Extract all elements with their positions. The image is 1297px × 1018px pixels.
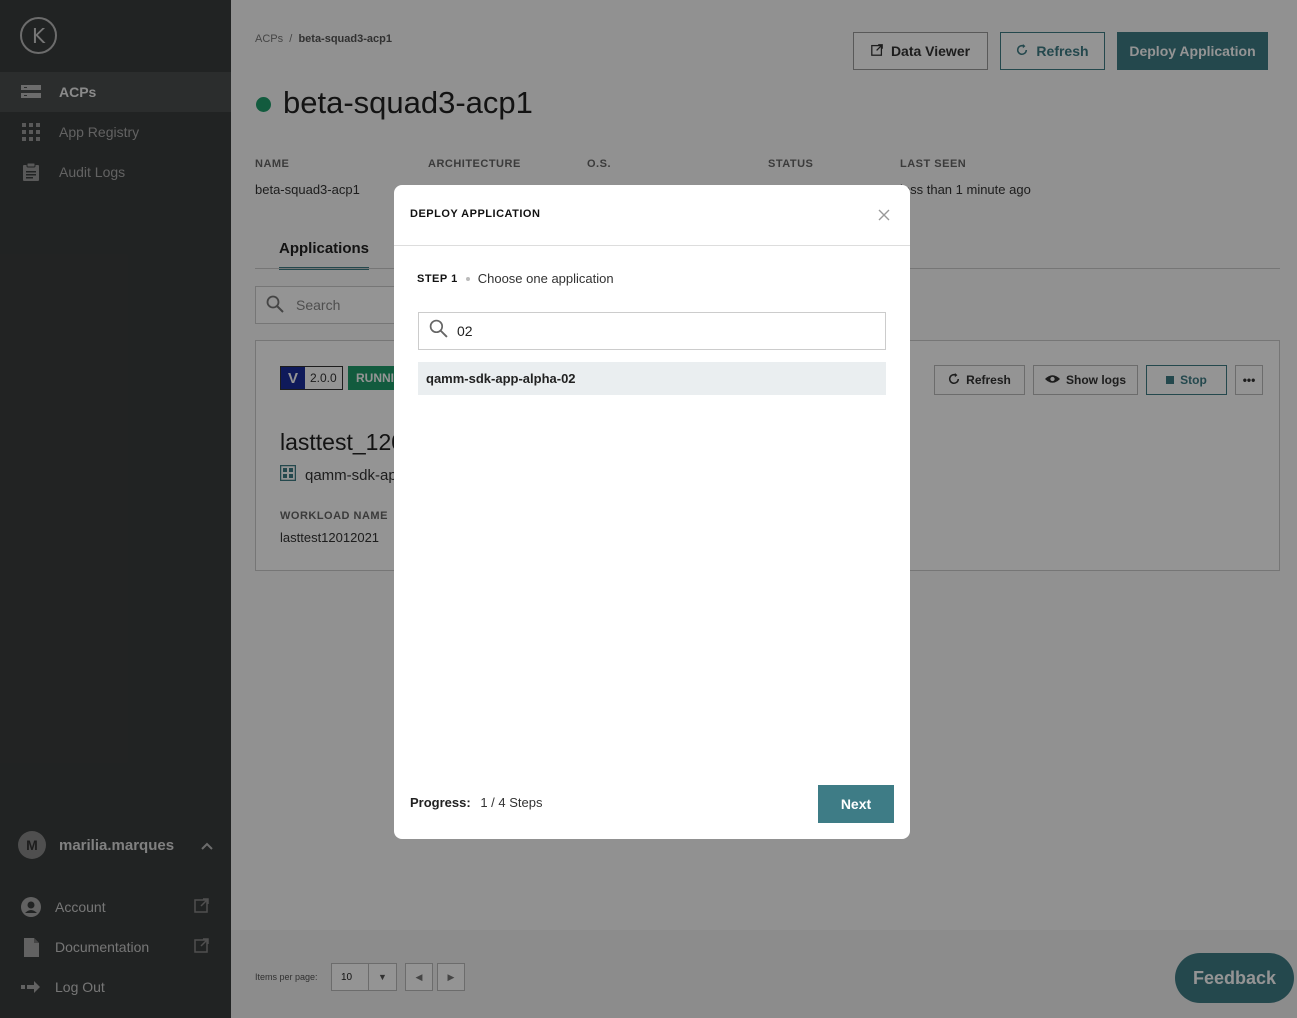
modal-search [418, 312, 886, 350]
modal-title: DEPLOY APPLICATION [410, 208, 541, 220]
step-dot [465, 276, 470, 281]
progress-label: Progress: [410, 795, 471, 810]
progress-indicator: Progress: 1 / 4 Steps [410, 795, 542, 810]
step-number: STEP 1 [417, 272, 458, 285]
next-button[interactable]: Next [818, 785, 894, 823]
close-icon[interactable] [874, 205, 894, 225]
application-result-item[interactable]: qamm-sdk-app-alpha-02 [418, 362, 886, 395]
progress-value: 1 / 4 Steps [480, 795, 543, 810]
modal-search-input[interactable] [457, 323, 857, 339]
modal-divider [394, 245, 910, 246]
step-indicator: STEP 1 Choose one application [417, 271, 614, 286]
step-text: Choose one application [477, 271, 614, 286]
search-icon [429, 319, 448, 343]
deploy-application-modal: DEPLOY APPLICATION STEP 1 Choose one app… [394, 185, 910, 839]
